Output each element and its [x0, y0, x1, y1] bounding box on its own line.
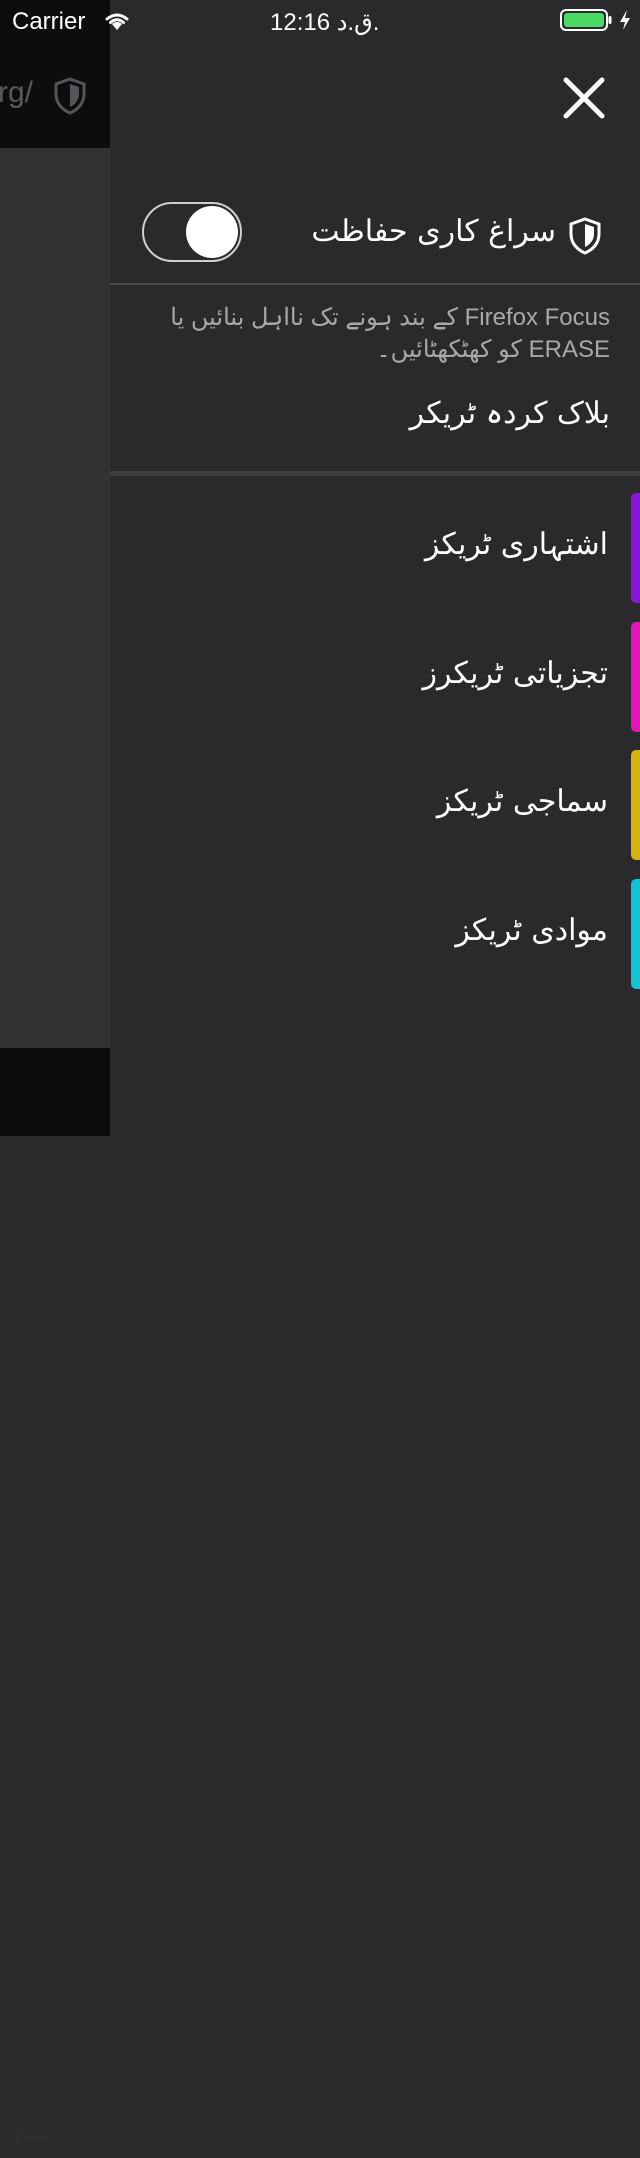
- toggle-knob: [186, 206, 238, 258]
- tracking-protection-description: Firefox Focus کے بند ہونے تک نااہل بنائی…: [170, 304, 610, 363]
- tracker-row-content[interactable]: موادی ٹریکز: [110, 879, 640, 989]
- tracking-protection-toggle[interactable]: [142, 202, 242, 262]
- divider: [110, 283, 640, 285]
- browser-toolbar: [0, 1048, 110, 2154]
- tracking-protection-row: سراغ کاری حفاظت: [110, 196, 640, 284]
- blocked-trackers-heading: بلاک کردہ ٹریکر: [409, 396, 610, 431]
- wifi-icon: [105, 13, 129, 30]
- status-time: 12:16 ق.د.: [270, 9, 380, 36]
- tracker-row-analytics[interactable]: تجزیاتی ٹریکرز: [110, 622, 640, 732]
- tracker-row-social[interactable]: سماجی ٹریکز: [110, 750, 640, 860]
- tracking-protection-label: سراغ کاری حفاظت: [311, 214, 556, 249]
- carrier-label: Carrier: [12, 8, 86, 35]
- shield-icon: [569, 217, 601, 255]
- tracker-color-bar: [631, 622, 640, 732]
- back-arrow-icon[interactable]: [6, 2118, 56, 2158]
- status-bar: Carrier 12:16 ق.د.: [0, 0, 640, 40]
- shield-icon: [54, 77, 86, 115]
- browser-content: [0, 148, 110, 1048]
- battery-icon: [560, 9, 612, 31]
- tracker-label: تجزیاتی ٹریکرز: [422, 656, 608, 691]
- tracker-color-bar: [631, 750, 640, 860]
- tracker-row-ad[interactable]: اشتہاری ٹریکز: [110, 493, 640, 603]
- close-icon[interactable]: [562, 76, 606, 120]
- tracker-color-bar: [631, 493, 640, 603]
- tracker-label: سماجی ٹریکز: [436, 784, 608, 819]
- tracking-protection-panel: سراغ کاری حفاظت Firefox Focus کے بند ہون…: [110, 0, 640, 1136]
- tracker-color-bar: [631, 879, 640, 989]
- tracker-label: موادی ٹریکز: [455, 913, 608, 948]
- tracker-label: اشتہاری ٹریکز: [424, 527, 608, 562]
- charging-icon: [620, 10, 630, 30]
- url-text: rg/: [0, 76, 34, 109]
- section-divider: [110, 471, 640, 476]
